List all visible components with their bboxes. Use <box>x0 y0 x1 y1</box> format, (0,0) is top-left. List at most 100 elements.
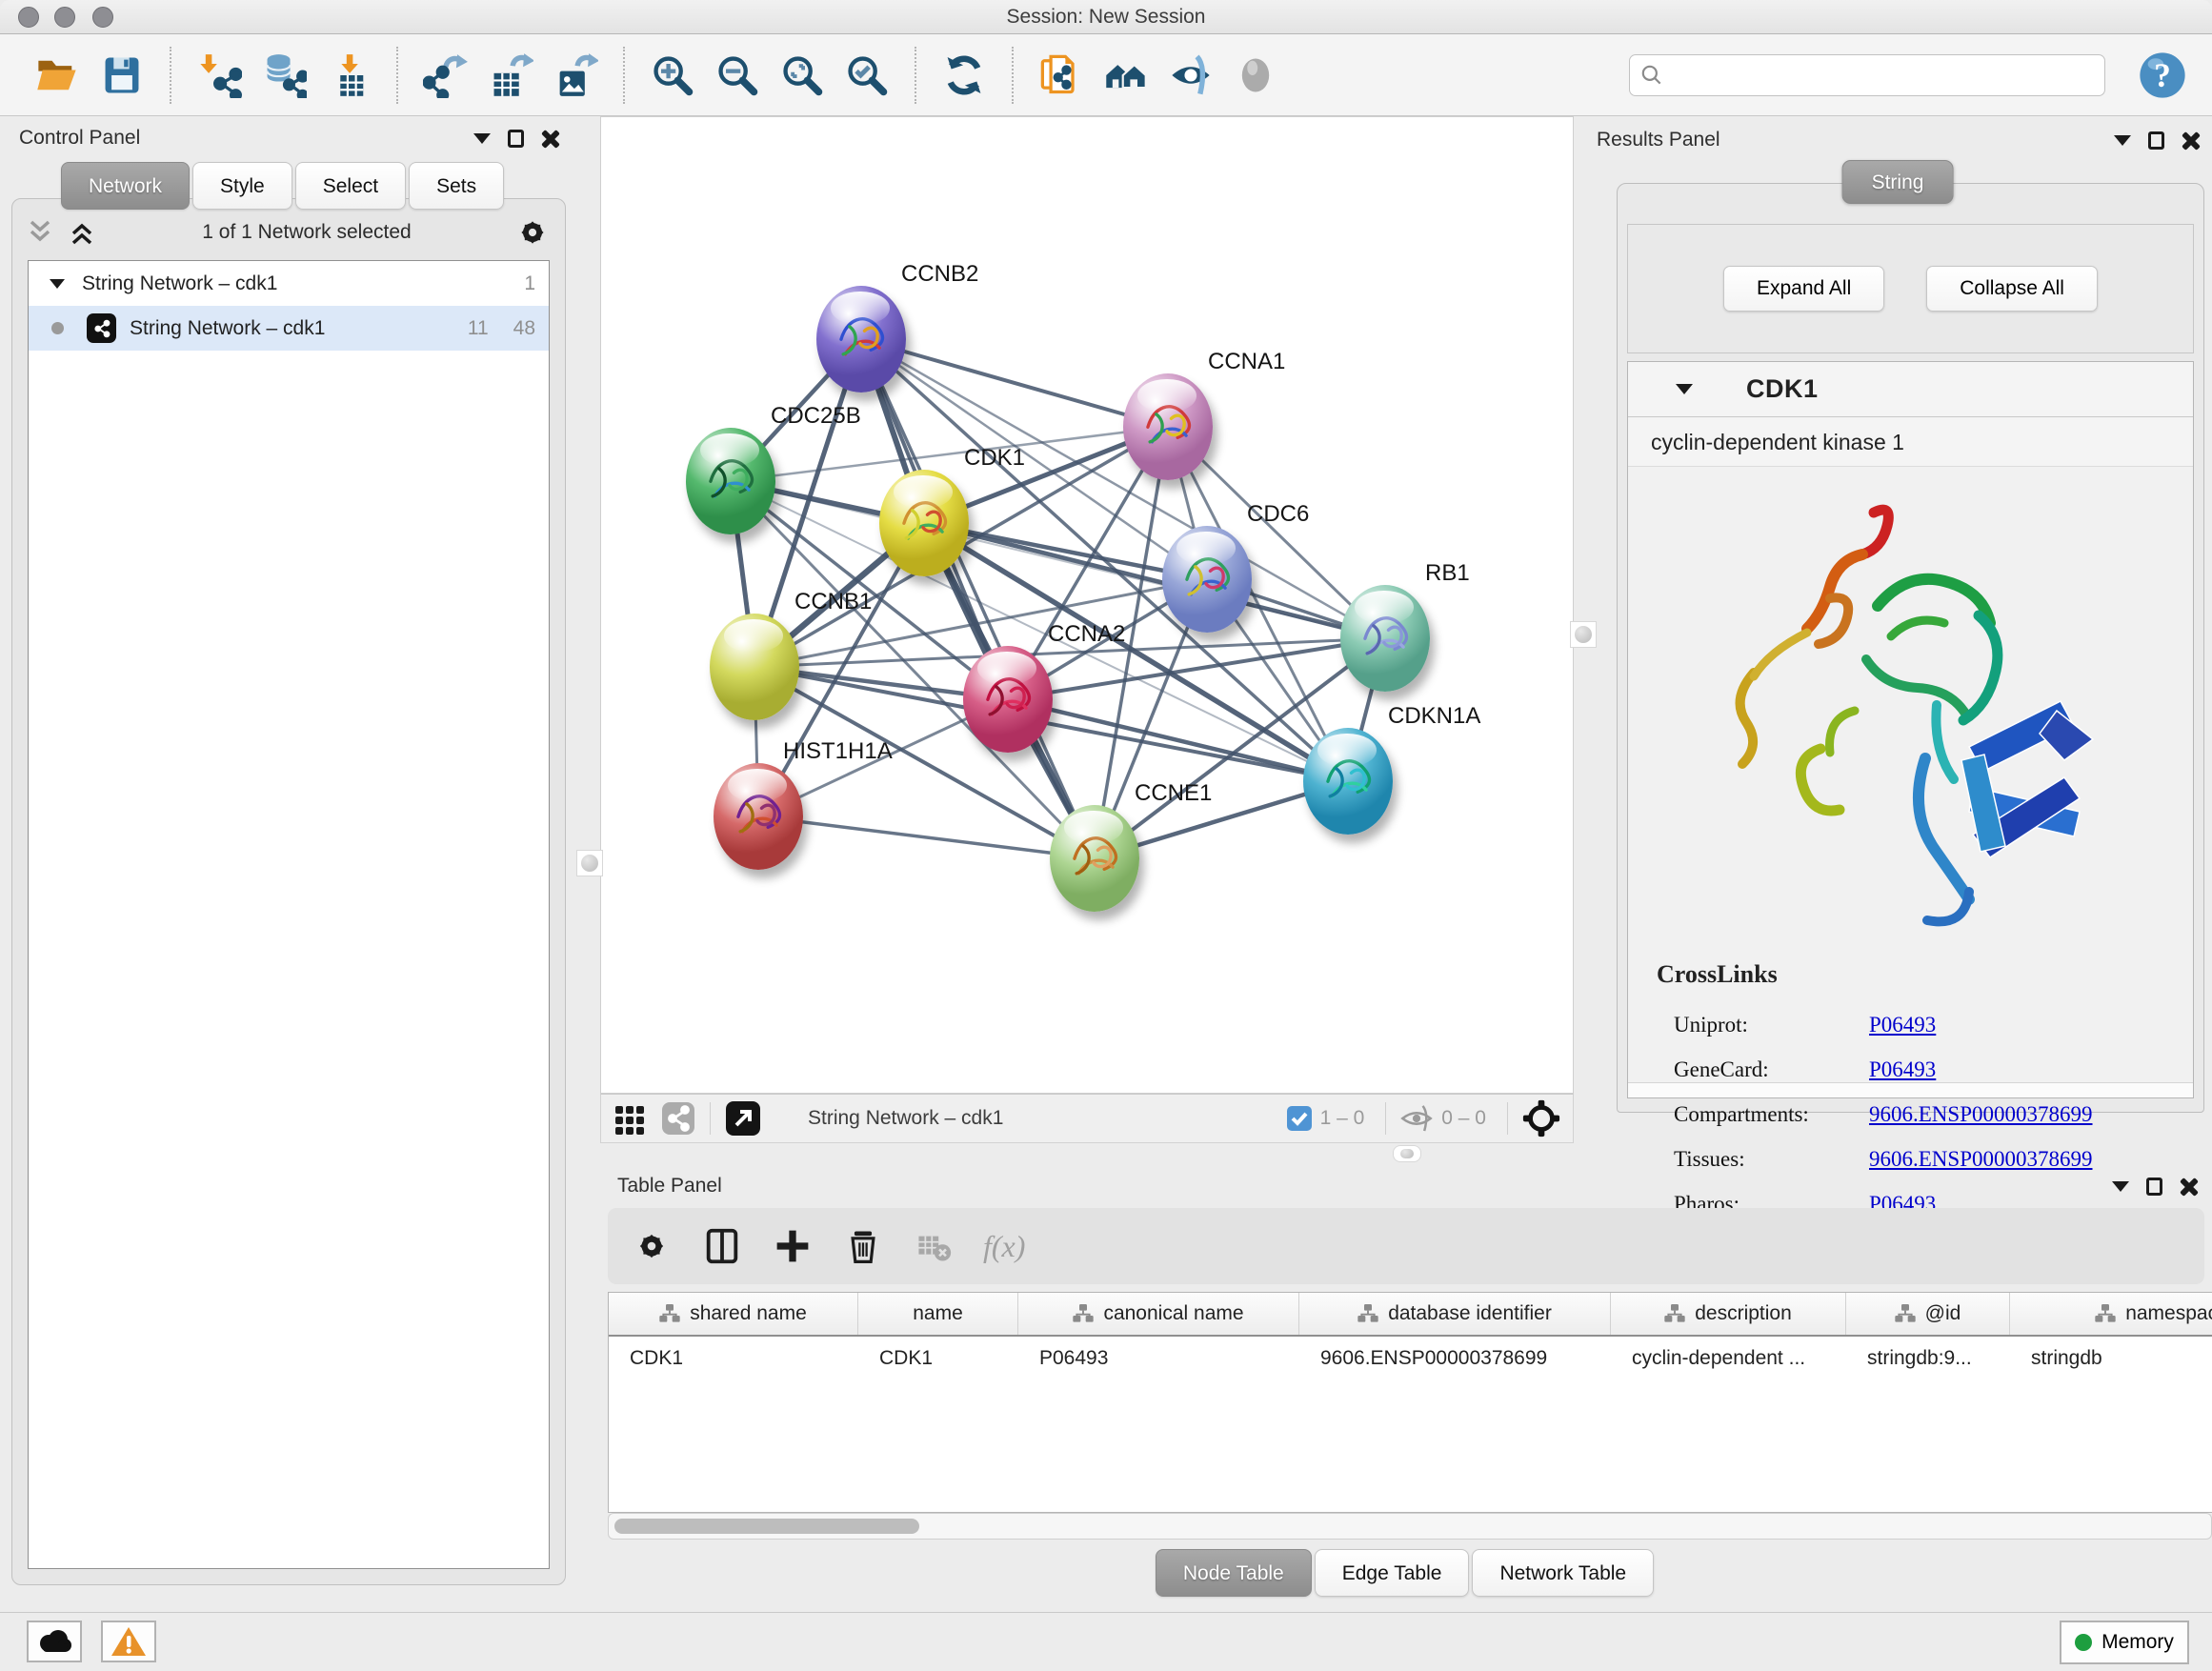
memory-button[interactable]: Memory <box>2060 1621 2189 1664</box>
cloud-status-button[interactable] <box>27 1621 82 1662</box>
network-edge-CCNA2-CDKN1A[interactable] <box>1008 699 1348 781</box>
zoom-selected-button[interactable] <box>839 48 895 103</box>
table-settings-gear-button[interactable] <box>631 1225 673 1267</box>
table-cell[interactable]: stringdb:9... <box>1846 1337 2010 1380</box>
export-table-button[interactable] <box>483 48 538 103</box>
delete-table-button-disabled[interactable] <box>913 1225 955 1267</box>
zoom-out-button[interactable] <box>710 48 765 103</box>
string-home-button[interactable] <box>1098 48 1154 103</box>
delete-columns-button[interactable] <box>842 1225 884 1267</box>
open-in-window-icon[interactable] <box>724 1099 762 1137</box>
panel-menu-icon[interactable] <box>2112 1181 2129 1192</box>
network-node-HIST1H1A[interactable] <box>714 763 803 870</box>
collection-expander-icon[interactable] <box>50 279 65 289</box>
warnings-button[interactable] <box>101 1621 156 1662</box>
toolbar-separator <box>1012 47 1014 104</box>
save-session-button[interactable] <box>94 48 150 103</box>
network-node-CDC6[interactable] <box>1162 526 1252 633</box>
section-expander-icon[interactable] <box>1676 384 1693 394</box>
table-row[interactable]: CDK1CDK1P064939606.ENSP00000378699cyclin… <box>609 1337 2212 1380</box>
column-header-canonical-name[interactable]: canonical name <box>1018 1293 1299 1335</box>
zoom-in-button[interactable] <box>645 48 700 103</box>
tab-sets[interactable]: Sets <box>409 162 504 210</box>
panel-menu-icon[interactable] <box>2114 135 2131 146</box>
collapse-all-networks-icon[interactable] <box>26 218 58 247</box>
table-cell[interactable]: 9606.ENSP00000378699 <box>1299 1337 1611 1380</box>
network-row-selected[interactable]: String Network – cdk1 11 48 <box>29 306 549 351</box>
network-node-CDC25B[interactable] <box>686 428 775 534</box>
network-node-CCNA2[interactable] <box>963 646 1053 753</box>
grid-view-icon[interactable] <box>613 1101 647 1136</box>
float-panel-icon[interactable] <box>2146 1178 2162 1196</box>
import-network-file-button[interactable] <box>191 48 247 103</box>
export-table-icon <box>488 52 533 98</box>
table-cell[interactable]: CDK1 <box>609 1337 858 1380</box>
function-builder-label-disabled[interactable]: f(x) <box>983 1229 1025 1264</box>
search-input[interactable] <box>1664 58 2095 92</box>
save-floppy-icon <box>99 52 145 98</box>
network-edge-CCNB2-CCNE1[interactable] <box>861 339 1095 858</box>
table-cell[interactable]: P06493 <box>1018 1337 1299 1380</box>
network-node-CCNE1[interactable] <box>1050 805 1139 912</box>
protein-card-header[interactable]: CDK1 <box>1628 362 2193 417</box>
table-cell[interactable]: stringdb <box>2010 1337 2212 1380</box>
crosslink-compartments-link[interactable]: 9606.ENSP00000378699 <box>1869 1102 2093 1127</box>
column-header-name[interactable]: name <box>858 1293 1018 1335</box>
network-node-CDK1[interactable] <box>879 470 969 576</box>
tab-string[interactable]: String <box>1842 160 1954 204</box>
horizontal-splitter-handle[interactable] <box>1393 1145 1421 1162</box>
tab-network[interactable]: Network <box>61 162 190 210</box>
birds-eye-crosshair-icon[interactable] <box>1521 1098 1561 1138</box>
show-columns-button[interactable] <box>701 1225 743 1267</box>
network-options-gear-icon[interactable] <box>513 213 552 252</box>
export-image-button[interactable] <box>548 48 603 103</box>
tab-node-table[interactable]: Node Table <box>1156 1549 1312 1597</box>
network-node-RB1[interactable] <box>1340 585 1430 692</box>
collapse-all-button[interactable]: Collapse All <box>1926 266 2098 312</box>
expand-all-button[interactable]: Expand All <box>1723 266 1884 312</box>
selected-checkbox-icon[interactable] <box>1286 1105 1313 1132</box>
close-panel-icon[interactable] <box>541 129 560 148</box>
import-table-file-button[interactable] <box>321 48 376 103</box>
left-splitter-handle[interactable] <box>576 850 603 876</box>
scrollbar-thumb[interactable] <box>614 1519 919 1534</box>
network-view-icon-disabled[interactable] <box>660 1100 696 1137</box>
create-column-button[interactable] <box>772 1225 814 1267</box>
tab-style[interactable]: Style <box>192 162 292 210</box>
table-horizontal-scrollbar[interactable] <box>608 1513 2212 1540</box>
close-panel-icon[interactable] <box>2182 131 2201 150</box>
tab-network-table[interactable]: Network Table <box>1472 1549 1654 1597</box>
column-header--id[interactable]: @id <box>1846 1293 2010 1335</box>
network-node-CCNA1[interactable] <box>1123 373 1213 480</box>
float-panel-icon[interactable] <box>2148 131 2164 150</box>
string-annotations-button[interactable] <box>1034 48 1089 103</box>
close-panel-icon[interactable] <box>2180 1177 2199 1196</box>
crosslink-uniprot-link[interactable]: P06493 <box>1869 1013 1936 1037</box>
open-session-button[interactable] <box>30 48 85 103</box>
network-node-CCNB1[interactable] <box>710 614 799 720</box>
column-header-shared-name[interactable]: shared name <box>609 1293 858 1335</box>
hide-unselected-button[interactable] <box>1163 48 1218 103</box>
table-cell[interactable]: cyclin-dependent ... <box>1611 1337 1846 1380</box>
help-button[interactable]: ? <box>2138 50 2187 100</box>
tab-edge-table[interactable]: Edge Table <box>1315 1549 1470 1597</box>
import-network-database-button[interactable] <box>256 48 312 103</box>
expand-all-networks-icon[interactable] <box>68 218 100 247</box>
network-collection-row[interactable]: String Network – cdk1 1 <box>29 261 549 306</box>
column-header-database-identifier[interactable]: database identifier <box>1299 1293 1611 1335</box>
network-edge-CCNE1-HIST1H1A[interactable] <box>758 816 1095 858</box>
panel-menu-icon[interactable] <box>473 133 491 144</box>
show-all-button-disabled[interactable] <box>1228 48 1283 103</box>
table-cell[interactable]: CDK1 <box>858 1337 1018 1380</box>
zoom-fit-button[interactable] <box>774 48 830 103</box>
tab-select[interactable]: Select <box>295 162 406 210</box>
float-panel-icon[interactable] <box>508 130 524 148</box>
network-node-CDKN1A[interactable] <box>1303 728 1393 835</box>
column-header-namespace[interactable]: namespace <box>2010 1293 2212 1335</box>
export-network-button[interactable] <box>418 48 473 103</box>
apply-preferred-layout-button[interactable] <box>936 48 992 103</box>
network-node-CCNB2[interactable] <box>816 286 906 393</box>
network-canvas[interactable]: CCNB2CCNA1CDC25BCDK1CDC6RB1CCNB1CCNA2CDK… <box>600 116 1574 1094</box>
column-header-description[interactable]: description <box>1611 1293 1846 1335</box>
crosslink-genecard-link[interactable]: P06493 <box>1869 1057 1936 1082</box>
